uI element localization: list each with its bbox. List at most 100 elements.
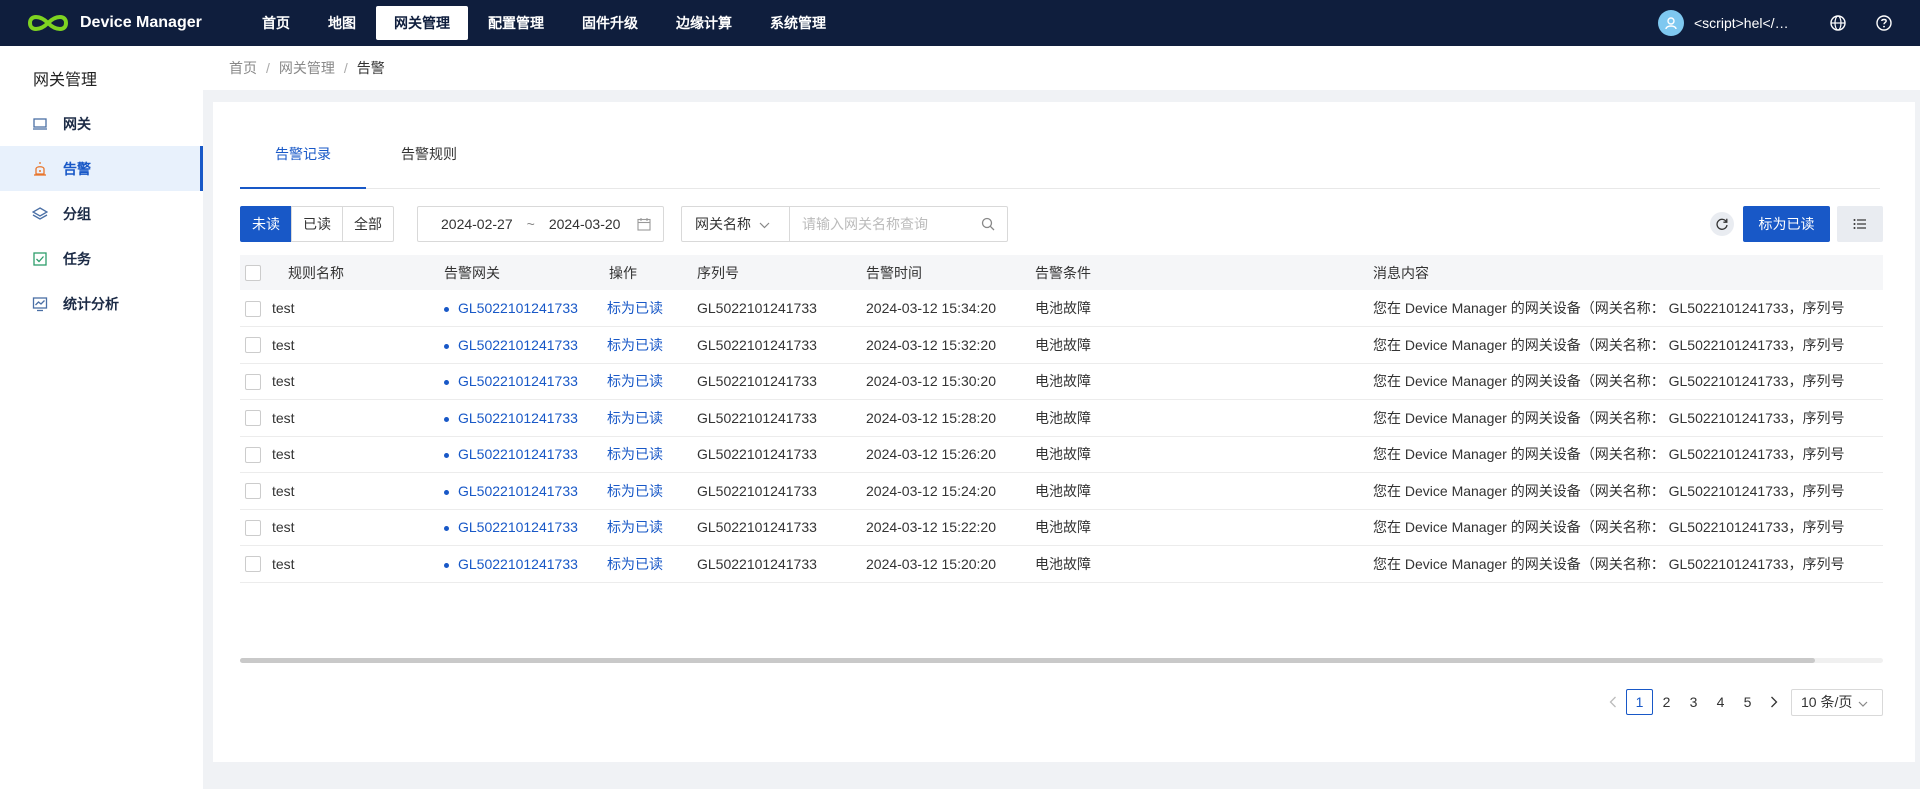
- action-cell: 标为已读: [607, 582, 697, 585]
- search-icon[interactable]: [981, 217, 995, 234]
- date-start[interactable]: 2024-02-27: [441, 216, 513, 232]
- mark-read-link[interactable]: 标为已读: [607, 410, 663, 426]
- table-row: testGL5022101241733标为已读GL502210124173320…: [240, 290, 1883, 327]
- nav-item-home[interactable]: 首页: [244, 6, 308, 40]
- row-checkbox[interactable]: [245, 373, 261, 390]
- filter-all-button[interactable]: 全部: [342, 206, 394, 242]
- nav-item-config-management[interactable]: 配置管理: [470, 6, 562, 40]
- search-input[interactable]: [802, 208, 982, 240]
- page-5-button[interactable]: 5: [1734, 689, 1761, 715]
- row-select-cell: [240, 509, 270, 546]
- row-checkbox[interactable]: [245, 337, 261, 354]
- globe-icon[interactable]: [1828, 13, 1848, 33]
- refresh-icon: [1716, 218, 1728, 230]
- breadcrumb-item-gateway-management[interactable]: 网关管理: [279, 58, 335, 78]
- breadcrumb-item-home[interactable]: 首页: [229, 58, 257, 78]
- sidebar-item-alarm[interactable]: 告警: [0, 146, 203, 191]
- mark-read-link[interactable]: 标为已读: [607, 300, 663, 316]
- message-cell: 您在 Device Manager 的网关设备（网关名称： GL50221012…: [1373, 509, 1883, 546]
- page-2-button[interactable]: 2: [1653, 689, 1680, 715]
- sidebar-item-task[interactable]: 任务: [0, 236, 203, 281]
- action-cell: 标为已读: [607, 326, 697, 364]
- mark-read-link[interactable]: 标为已读: [607, 337, 663, 353]
- search-group: 网关名称: [681, 206, 1008, 242]
- scrollbar-thumb[interactable]: [240, 658, 1815, 663]
- sidebar-item-statistics[interactable]: 统计分析: [0, 281, 203, 326]
- column-header: 消息内容: [1373, 255, 1883, 290]
- mark-read-link[interactable]: 标为已读: [607, 373, 663, 389]
- table-header-row: 规则名称 告警网关 操作 序列号 告警时间 告警条件 消息内容: [240, 255, 1883, 290]
- alarm-condition-cell: 电池故障: [1035, 545, 1373, 583]
- gateway-link[interactable]: GL5022101241733: [458, 483, 578, 499]
- prev-page-button[interactable]: [1600, 689, 1626, 715]
- nav-item-system-management[interactable]: 系统管理: [752, 6, 844, 40]
- action-cell: 标为已读: [607, 290, 697, 327]
- search-field-label: 网关名称: [695, 216, 751, 232]
- column-header: 告警条件: [1035, 255, 1373, 290]
- sidebar-item-gateway[interactable]: 网关: [0, 101, 203, 146]
- next-page-button[interactable]: [1761, 689, 1787, 715]
- mark-read-link[interactable]: 标为已读: [607, 483, 663, 499]
- alarm-time-cell: 2024-03-12 15:32:20: [866, 326, 1035, 364]
- alarm-condition-cell: 电池故障: [1035, 509, 1373, 546]
- row-checkbox[interactable]: [245, 300, 261, 317]
- gateway-link[interactable]: GL5022101241733: [458, 519, 578, 535]
- action-cell: 标为已读: [607, 363, 697, 400]
- row-checkbox[interactable]: [245, 556, 261, 573]
- rule-name-cell: test: [270, 472, 436, 510]
- page-3-button[interactable]: 3: [1680, 689, 1707, 715]
- task-icon: [31, 250, 49, 268]
- horizontal-scrollbar[interactable]: [240, 658, 1883, 663]
- page-size-select[interactable]: 10 条/页: [1791, 688, 1883, 716]
- status-dot: [444, 489, 449, 495]
- nav-item-edge-computing[interactable]: 边缘计算: [658, 6, 750, 40]
- mark-read-link[interactable]: 标为已读: [607, 446, 663, 462]
- mark-read-link[interactable]: 标为已读: [607, 556, 663, 572]
- row-checkbox[interactable]: [245, 519, 261, 536]
- refresh-button[interactable]: [1710, 212, 1734, 236]
- date-end[interactable]: 2024-03-20: [549, 216, 621, 232]
- gateway-link[interactable]: GL5022101241733: [458, 446, 578, 462]
- select-all-checkbox[interactable]: [245, 265, 261, 282]
- tab-alarm-records[interactable]: 告警记录: [240, 138, 366, 189]
- avatar[interactable]: [1658, 10, 1684, 36]
- action-cell: 标为已读: [607, 472, 697, 510]
- page-4-button[interactable]: 4: [1707, 689, 1734, 715]
- tab-alarm-rules[interactable]: 告警规则: [366, 138, 492, 189]
- gateway-link[interactable]: GL5022101241733: [458, 300, 578, 316]
- layers-icon: [31, 205, 49, 223]
- help-icon[interactable]: [1874, 13, 1894, 33]
- table-row: testGL5022101241733标为已读GL502210124173320…: [240, 582, 1883, 585]
- nav-item-firmware-upgrade[interactable]: 固件升级: [564, 6, 656, 40]
- breadcrumb: 首页 / 网关管理 / 告警: [203, 46, 1920, 90]
- message-cell: 您在 Device Manager 的网关设备（网关名称： GL50221012…: [1373, 582, 1883, 585]
- sidebar-item-label: 网关: [63, 115, 91, 132]
- main-card: 告警记录 告警规则 未读 已读 全部 2024-02-27 ~ 2024-03-…: [213, 102, 1915, 762]
- filter-unread-button[interactable]: 未读: [240, 206, 292, 242]
- serial-cell: GL5022101241733: [697, 290, 866, 327]
- alarm-time-cell: 2024-03-12 15:20:20: [866, 545, 1035, 583]
- row-checkbox[interactable]: [245, 483, 261, 500]
- alarm-time-cell: 2024-03-12 15:34:20: [866, 290, 1035, 327]
- action-cell: 标为已读: [607, 509, 697, 546]
- gateway-link[interactable]: GL5022101241733: [458, 337, 578, 353]
- column-settings-button[interactable]: [1837, 206, 1883, 242]
- gateway-link[interactable]: GL5022101241733: [458, 373, 578, 389]
- sidebar-item-group[interactable]: 分组: [0, 191, 203, 236]
- table-row: testGL5022101241733标为已读GL502210124173320…: [240, 472, 1883, 510]
- nav-item-map[interactable]: 地图: [310, 6, 374, 40]
- page-1-button[interactable]: 1: [1626, 689, 1653, 715]
- filter-read-button[interactable]: 已读: [291, 206, 343, 242]
- mark-all-read-button[interactable]: 标为已读: [1743, 206, 1830, 242]
- search-field-select[interactable]: 网关名称: [682, 207, 790, 241]
- row-checkbox[interactable]: [245, 446, 261, 463]
- serial-cell: GL5022101241733: [697, 399, 866, 437]
- gateway-link[interactable]: GL5022101241733: [458, 410, 578, 426]
- gateway-link[interactable]: GL5022101241733: [458, 556, 578, 572]
- mark-read-link[interactable]: 标为已读: [607, 519, 663, 535]
- nav-item-gateway-management[interactable]: 网关管理: [376, 6, 468, 40]
- row-checkbox[interactable]: [245, 410, 261, 427]
- date-range-picker[interactable]: 2024-02-27 ~ 2024-03-20: [417, 206, 664, 242]
- logo[interactable]: Device Manager: [26, 12, 236, 34]
- username[interactable]: <script>hel</sc...: [1694, 15, 1794, 31]
